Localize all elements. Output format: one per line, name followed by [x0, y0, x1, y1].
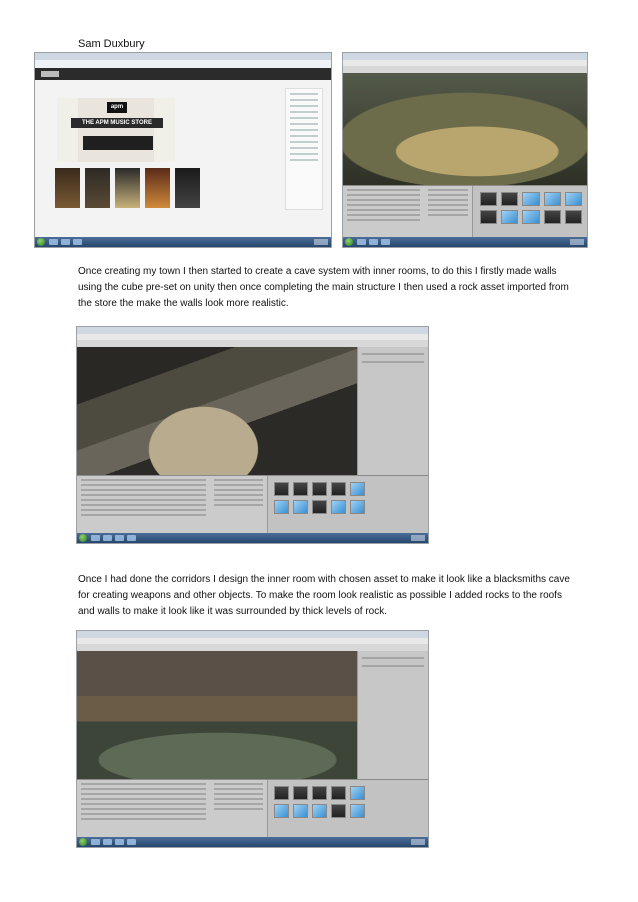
store-nav-bar	[35, 68, 331, 80]
windows-taskbar	[77, 837, 428, 847]
unity-editor-aerial-screenshot	[342, 52, 588, 248]
asset-store-screenshot: apm THE APM MUSIC STORE	[34, 52, 332, 248]
unity-logo-icon[interactable]	[41, 71, 59, 77]
taskbar-clock	[314, 239, 328, 245]
taskbar-app-icon[interactable]	[369, 239, 378, 245]
taskbar-clock	[411, 839, 425, 845]
taskbar-app-icon[interactable]	[73, 239, 82, 245]
start-orb-icon[interactable]	[37, 238, 45, 246]
store-category-sidebar	[285, 88, 323, 210]
author-name: Sam Duxbury	[78, 38, 145, 50]
taskbar-app-icon[interactable]	[127, 839, 136, 845]
windows-taskbar	[77, 533, 428, 543]
project-panel	[210, 780, 268, 837]
asset-thumbnails	[479, 192, 583, 224]
hierarchy-panel	[77, 476, 212, 533]
unity-blacksmith-cave-screenshot	[76, 630, 429, 848]
taskbar-app-icon[interactable]	[115, 839, 124, 845]
editor-titlebar	[343, 53, 587, 60]
taskbar-app-icon[interactable]	[127, 535, 136, 541]
store-thumb-2[interactable]	[85, 168, 110, 208]
asset-thumbnails	[273, 482, 365, 514]
paragraph-1: Once creating my town I then started to …	[78, 266, 569, 309]
unity-cave-corridor-screenshot	[76, 326, 429, 544]
banner-subtitle-block	[83, 136, 153, 150]
editor-titlebar	[77, 327, 428, 334]
hierarchy-panel	[343, 186, 425, 237]
windows-taskbar	[35, 237, 331, 247]
taskbar-app-icon[interactable]	[357, 239, 366, 245]
scene-view[interactable]	[343, 73, 587, 185]
taskbar-app-icon[interactable]	[381, 239, 390, 245]
featured-banner[interactable]: apm THE APM MUSIC STORE	[57, 98, 175, 162]
project-panel	[210, 476, 268, 533]
start-orb-icon[interactable]	[79, 838, 87, 846]
start-orb-icon[interactable]	[345, 238, 353, 246]
inspector-panel	[356, 347, 428, 475]
editor-bottom-panels	[77, 475, 428, 533]
banner-title: THE APM MUSIC STORE	[71, 118, 163, 128]
start-orb-icon[interactable]	[79, 534, 87, 542]
paragraph-2: Once I had done the corridors I design t…	[78, 574, 570, 617]
store-thumb-5[interactable]	[175, 168, 200, 208]
store-thumb-4[interactable]	[145, 168, 170, 208]
editor-bottom-panels	[343, 185, 587, 237]
hierarchy-panel	[77, 780, 212, 837]
taskbar-app-icon[interactable]	[61, 239, 70, 245]
asset-thumbnails	[273, 786, 365, 818]
editor-bottom-panels	[77, 779, 428, 837]
taskbar-app-icon[interactable]	[115, 535, 124, 541]
taskbar-app-icon[interactable]	[49, 239, 58, 245]
store-content: apm THE APM MUSIC STORE	[35, 80, 331, 237]
editor-titlebar	[77, 631, 428, 638]
scene-view[interactable]	[77, 651, 358, 779]
taskbar-clock	[570, 239, 584, 245]
taskbar-app-icon[interactable]	[103, 535, 112, 541]
taskbar-clock	[411, 535, 425, 541]
project-panel	[423, 186, 474, 237]
taskbar-app-icon[interactable]	[103, 839, 112, 845]
taskbar-app-icon[interactable]	[91, 839, 100, 845]
scene-view[interactable]	[77, 347, 358, 475]
browser-titlebar	[35, 53, 331, 60]
banner-logo: apm	[107, 102, 127, 113]
inspector-panel	[356, 651, 428, 779]
windows-taskbar	[343, 237, 587, 247]
store-thumb-3[interactable]	[115, 168, 140, 208]
store-thumb-1[interactable]	[55, 168, 80, 208]
taskbar-app-icon[interactable]	[91, 535, 100, 541]
